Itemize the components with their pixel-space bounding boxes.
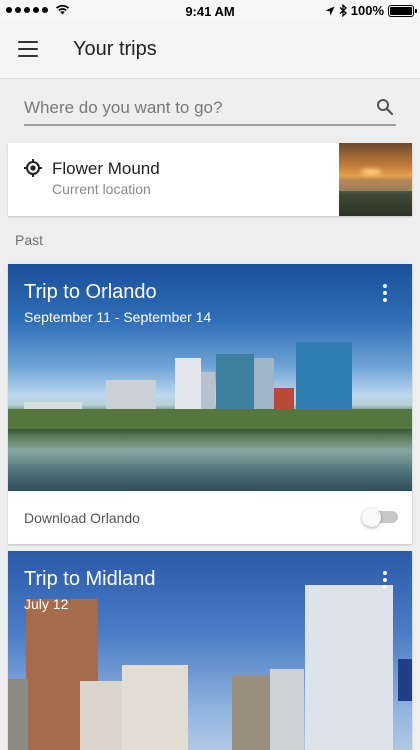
battery-icon (388, 4, 417, 17)
app-bar: Your trips (0, 22, 420, 78)
trip-dates: September 11 - September 14 (24, 309, 212, 325)
trip-card-orlando: Trip to Orlando September 11 - September… (8, 264, 412, 544)
app-bar-divider (0, 78, 420, 79)
trip-title: Trip to Midland (24, 568, 156, 590)
location-arrow-icon (325, 6, 335, 15)
battery-percent: 100% (350, 3, 384, 18)
section-label-past: Past (15, 232, 44, 248)
search-field[interactable] (24, 92, 396, 126)
trip-photo-midland[interactable]: Trip to Midland July 12 (8, 551, 412, 750)
more-vert-icon[interactable] (382, 284, 388, 302)
download-toggle[interactable] (362, 508, 398, 527)
target-icon (24, 159, 42, 177)
trip-card-midland: Trip to Midland July 12 (8, 551, 412, 750)
trip-dates: July 12 (24, 596, 69, 612)
more-vert-icon[interactable] (382, 571, 388, 589)
search-input[interactable] (24, 96, 364, 120)
download-label: Download Orlando (24, 510, 140, 526)
download-row: Download Orlando (8, 491, 412, 544)
bluetooth-icon (339, 4, 347, 17)
trip-photo-orlando[interactable]: Trip to Orlando September 11 - September… (8, 264, 412, 491)
location-name: Flower Mound (52, 159, 160, 178)
hamburger-menu-icon[interactable] (18, 41, 38, 57)
location-thumbnail (339, 143, 412, 216)
location-subtitle: Current location (52, 181, 151, 197)
current-location-card[interactable]: Flower Mound Current location (8, 143, 412, 216)
search-icon[interactable] (376, 98, 394, 116)
trip-title: Trip to Orlando (24, 281, 157, 303)
status-bar: 9:41 AM 100% (0, 0, 420, 22)
page-title: Your trips (73, 38, 157, 60)
